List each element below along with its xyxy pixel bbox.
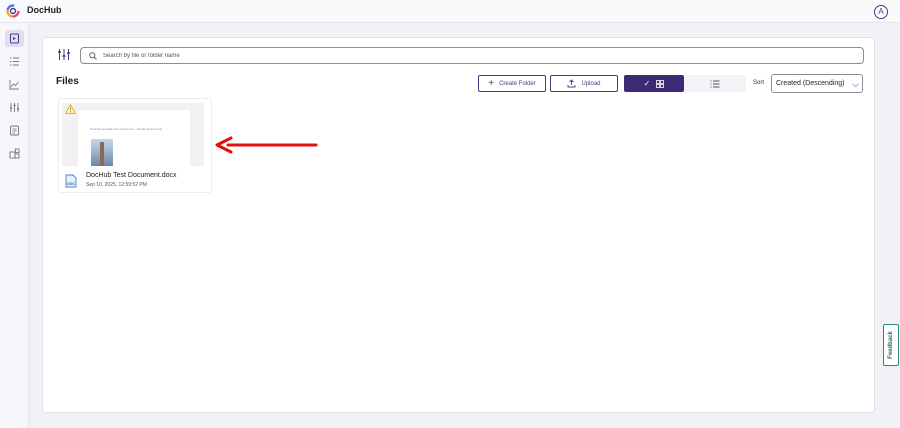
checklist-icon — [10, 57, 19, 66]
upload-label: Upload — [581, 80, 601, 87]
doc-file-icon: DOC — [65, 174, 77, 188]
search-bar[interactable] — [80, 47, 864, 64]
dochub-logo-icon[interactable] — [6, 4, 20, 18]
svg-text:DOC: DOC — [67, 182, 75, 186]
sidebar-item-settings[interactable] — [5, 99, 24, 116]
plus-icon: + — [488, 77, 495, 89]
sidebar-item-checklist[interactable] — [5, 53, 24, 70]
filter-sliders-icon[interactable] — [57, 48, 71, 61]
page-title: Files — [56, 76, 79, 87]
feedback-label: Feedback — [888, 331, 894, 359]
sidebar-item-integrations[interactable] — [5, 145, 24, 162]
create-folder-button[interactable]: + Create Folder — [478, 75, 546, 92]
annotation-arrow-icon — [215, 136, 318, 154]
grid-view-toggle[interactable]: ✓ — [624, 75, 684, 92]
sort-value: Created (Descending) — [776, 80, 845, 87]
thumbnail-photo — [91, 139, 113, 166]
feedback-tab[interactable]: Feedback — [883, 324, 899, 366]
file-date: Sep 10, 2025, 12:59:52 PM — [86, 182, 147, 188]
main-panel — [42, 37, 875, 413]
file-name[interactable]: DocHub Test Document.docx — [86, 172, 177, 179]
warning-icon — [65, 104, 76, 114]
brand-name: DocHub — [27, 5, 62, 15]
sidebar-item-analytics[interactable] — [5, 76, 24, 93]
template-icon — [10, 125, 19, 136]
sidebar-item-templates[interactable] — [5, 122, 24, 139]
check-icon: ✓ — [643, 79, 651, 88]
grid-icon — [656, 79, 665, 88]
integrations-icon — [9, 148, 20, 159]
sidebar — [0, 23, 29, 428]
documents-icon — [10, 33, 19, 44]
sidebar-item-documents[interactable] — [5, 30, 24, 47]
top-bar: DocHub A — [0, 0, 900, 23]
user-avatar[interactable]: A — [874, 5, 888, 19]
create-folder-label: Create Folder — [499, 80, 536, 87]
list-icon — [710, 80, 720, 87]
sort-dropdown[interactable]: Created (Descending) ⌵ — [771, 74, 863, 93]
chart-icon — [9, 80, 19, 90]
sort-label: Sort — [753, 80, 765, 86]
upload-icon — [568, 79, 576, 88]
chevron-down-icon: ⌵ — [852, 79, 859, 89]
thumbnail-text: Total Presentable Test Document - Shelte… — [90, 127, 163, 131]
list-view-toggle[interactable] — [684, 75, 746, 92]
upload-button[interactable]: Upload — [550, 75, 618, 92]
search-input[interactable] — [103, 49, 843, 62]
search-icon — [89, 52, 97, 60]
sliders-icon — [10, 103, 19, 112]
